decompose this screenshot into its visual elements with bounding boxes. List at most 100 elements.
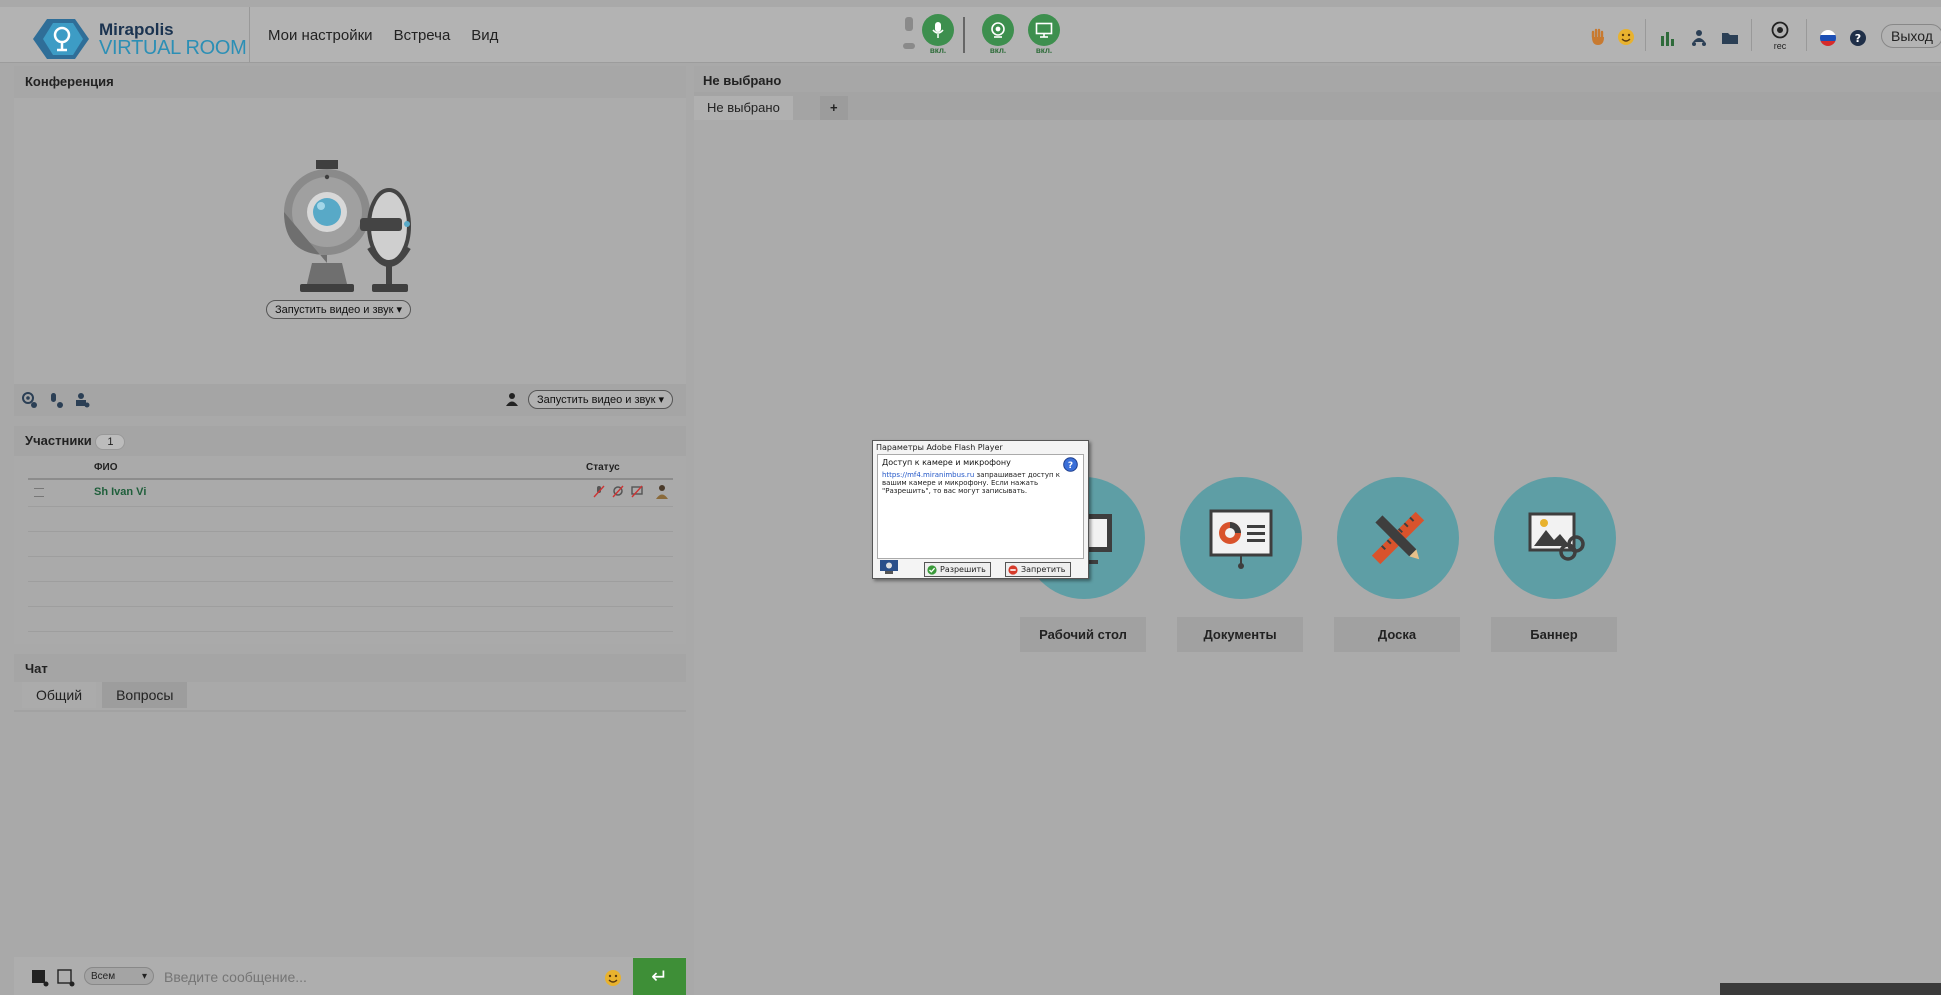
row-divider [28,556,673,557]
tab-questions[interactable]: Вопросы [102,682,188,708]
flash-settings-icon[interactable] [879,559,899,579]
send-button[interactable]: ↵ [633,958,686,995]
desktop-tool-label[interactable]: Рабочий стол [1020,617,1146,652]
monitor-icon[interactable] [1028,14,1060,46]
help-icon[interactable]: ? [1848,28,1868,48]
chat-title: Чат [25,661,48,676]
volume-slider[interactable] [962,17,966,53]
row-divider [28,506,673,507]
mic-status-label: вкл. [929,46,947,55]
emoji-icon[interactable] [604,969,622,987]
col-name-header[interactable]: ФИО [94,462,118,473]
record-icon[interactable] [1771,21,1789,39]
pencil-ruler-icon [1371,511,1425,565]
row-divider [28,531,673,532]
tab-not-selected[interactable]: Не выбрано [694,96,793,120]
documents-icon [1209,509,1273,569]
content-header: Не выбрано [694,66,1941,92]
webcam-icon[interactable] [982,14,1014,46]
users-icon[interactable] [1689,28,1709,48]
raise-hand-icon[interactable] [1588,27,1608,47]
image-link-icon [1528,512,1585,561]
logo-hexagon-icon [33,19,89,59]
camera-muted-icon[interactable] [612,485,624,498]
col-status-header[interactable]: Статус [586,462,620,473]
flash-site-link[interactable]: https://mf4.miranimbus.ru [882,471,974,479]
record-label: rec [1773,41,1787,51]
whiteboard-tool-label[interactable]: Доска [1334,617,1460,652]
participants-panel: Участники 1 ФИО Статус Sh Ivan Vi [14,426,686,644]
conference-header: Конференция [14,66,686,98]
participant-name[interactable]: Sh Ivan Vi [94,486,146,498]
russian-flag-icon[interactable] [1818,28,1838,48]
participants-title: Участники 1 [25,433,126,450]
start-video-dropdown[interactable]: Запустить видео и звук ▾ [266,300,412,319]
video-settings-icon[interactable] [22,392,38,408]
chevron-down-icon: ▾ [396,304,403,316]
flash-help-icon[interactable]: ? [1063,457,1078,476]
emotion-icon[interactable] [1616,27,1636,47]
divider [1645,19,1646,51]
documents-tool-label[interactable]: Документы [1177,617,1303,652]
divider [249,7,250,62]
table-row[interactable]: Sh Ivan Vi [28,480,673,505]
chevron-down-icon: ▾ [658,394,665,406]
mic-control[interactable]: вкл. [922,14,954,55]
chat-tabs: Общий Вопросы [22,682,188,708]
mic-volume-icon[interactable] [902,15,916,56]
recipient-dropdown[interactable]: Всем ▾ [84,967,154,985]
participants-count-badge: 1 [95,434,126,450]
user-icon [505,392,519,406]
chevron-down-icon: ▾ [141,970,147,982]
microphone-icon[interactable] [922,14,954,46]
whiteboard-tool-button[interactable] [1337,477,1459,599]
exit-button[interactable]: Выход [1881,24,1941,48]
start-video-dropdown-bottom[interactable]: Запустить видео и звук ▾ [528,390,674,409]
stop-icon [1008,564,1018,575]
drag-handle-icon[interactable] [34,488,44,497]
chat-panel: Чат Общий Вопросы Всем ▾ ↵ [14,654,686,995]
conference-title: Конференция [25,74,114,89]
menu-meeting[interactable]: Встреча [394,27,451,44]
conference-toolbar: Запустить видео и звук ▾ [14,384,686,416]
documents-tool-button[interactable] [1180,477,1302,599]
flash-dialog-heading: Доступ к камере и микрофону [882,458,1011,467]
camera-control[interactable]: вкл. [982,14,1014,55]
audio-settings-icon[interactable] [48,392,64,408]
screen-status-label: вкл. [1035,46,1053,55]
presenter-icon[interactable] [655,484,669,499]
enter-arrow-icon: ↵ [651,966,668,988]
flash-permission-dialog: Параметры Adobe Flash Player Доступ к ка… [872,440,1089,579]
screen-control[interactable]: вкл. [1028,14,1060,55]
record-control[interactable]: rec [1768,21,1792,51]
menu-my-settings[interactable]: Мои настройки [268,27,373,44]
folder-icon[interactable] [1720,28,1740,48]
svg-text:?: ? [1068,461,1073,471]
allow-button[interactable]: Разрешить [924,562,991,577]
poll-chart-icon[interactable] [1658,28,1678,48]
conference-panel: Конференция Запустить видео и звук ▾ Зап… [14,66,686,416]
recipient-label: Всем [91,970,116,982]
content-title: Не выбрано [703,73,782,88]
flash-dialog-body: Доступ к камере и микрофону ? https://mf… [877,454,1084,559]
screenshot-icon[interactable] [31,969,49,987]
chat-header: Чат [14,654,686,682]
logo-line2: VIRTUAL ROOM [99,37,247,59]
top-bar: Mirapolis VIRTUAL ROOM Мои настройки Вст… [0,7,1941,63]
add-tab-button[interactable]: + [820,96,848,120]
deny-button[interactable]: Запретить [1005,562,1071,577]
devices-settings-icon[interactable] [74,392,90,408]
mic-muted-icon[interactable] [593,485,605,498]
chat-input-bar: Всем ▾ [14,957,686,995]
menu-view[interactable]: Вид [471,27,498,44]
tab-general[interactable]: Общий [22,682,97,708]
chat-message-input[interactable] [162,965,606,989]
banner-tool-button[interactable] [1494,477,1616,599]
app-logo: Mirapolis VIRTUAL ROOM [33,17,247,61]
chat-messages-area[interactable] [14,712,686,956]
banner-tool-label[interactable]: Баннер [1491,617,1617,652]
flash-dialog-title: Параметры Adobe Flash Player [876,443,1003,452]
attach-file-icon[interactable] [57,969,75,987]
row-divider [28,581,673,582]
screen-muted-icon[interactable] [631,485,643,498]
